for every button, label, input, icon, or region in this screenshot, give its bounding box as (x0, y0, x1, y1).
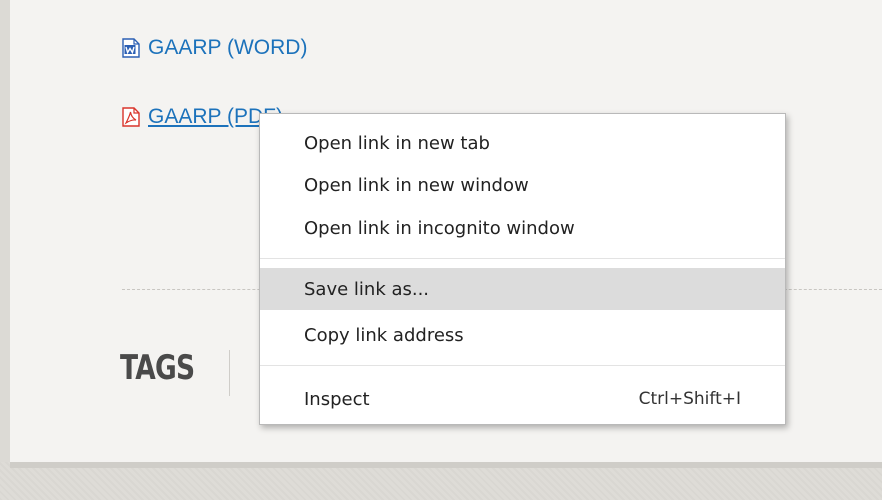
menu-separator (260, 258, 785, 259)
menu-inspect[interactable]: Inspect Ctrl+Shift+I (260, 378, 785, 420)
footer-border (10, 462, 882, 468)
tags-divider (229, 350, 230, 396)
tags-heading: TAGS (120, 348, 195, 388)
menu-open-incognito[interactable]: Open link in incognito window (260, 207, 785, 249)
menu-copy-link-address[interactable]: Copy link address (260, 314, 785, 356)
menu-item-label: Save link as... (304, 278, 430, 300)
word-download-link[interactable]: GAARP (WORD) (122, 36, 307, 60)
menu-item-label: Inspect (304, 388, 370, 410)
menu-item-label: Open link in new window (304, 174, 529, 196)
left-margin (0, 0, 10, 468)
menu-open-new-tab[interactable]: Open link in new tab (260, 122, 785, 164)
context-menu: Open link in new tab Open link in new wi… (259, 113, 786, 425)
menu-shortcut: Ctrl+Shift+I (638, 389, 741, 409)
word-link-label[interactable]: GAARP (WORD) (148, 36, 307, 60)
menu-item-label: Open link in incognito window (304, 217, 575, 239)
pdf-document-icon (122, 107, 140, 127)
menu-item-label: Open link in new tab (304, 132, 490, 154)
menu-separator (260, 365, 785, 366)
menu-open-new-window[interactable]: Open link in new window (260, 164, 785, 206)
menu-item-label: Copy link address (304, 324, 464, 346)
word-document-icon (122, 38, 140, 58)
menu-save-link-as[interactable]: Save link as... (260, 268, 785, 310)
